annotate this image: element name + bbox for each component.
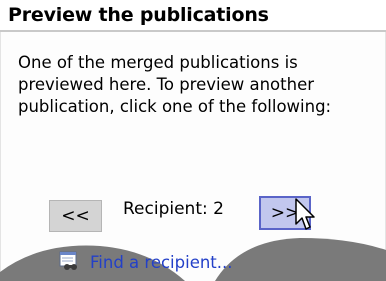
find-recipient-link[interactable]: Find a recipient...	[90, 253, 233, 272]
find-recipient-row[interactable]: Find a recipient...	[58, 250, 233, 274]
recipient-counter: Recipient: 2	[123, 199, 224, 219]
preview-description: One of the merged publications is previe…	[18, 53, 332, 116]
task-pane-header: Preview the publications	[0, 0, 386, 32]
mouse-cursor-icon	[295, 198, 315, 230]
find-recipient-icon	[59, 251, 77, 270]
previous-recipient-button[interactable]: <<	[49, 200, 102, 232]
task-pane-title: Preview the publications	[8, 4, 269, 26]
